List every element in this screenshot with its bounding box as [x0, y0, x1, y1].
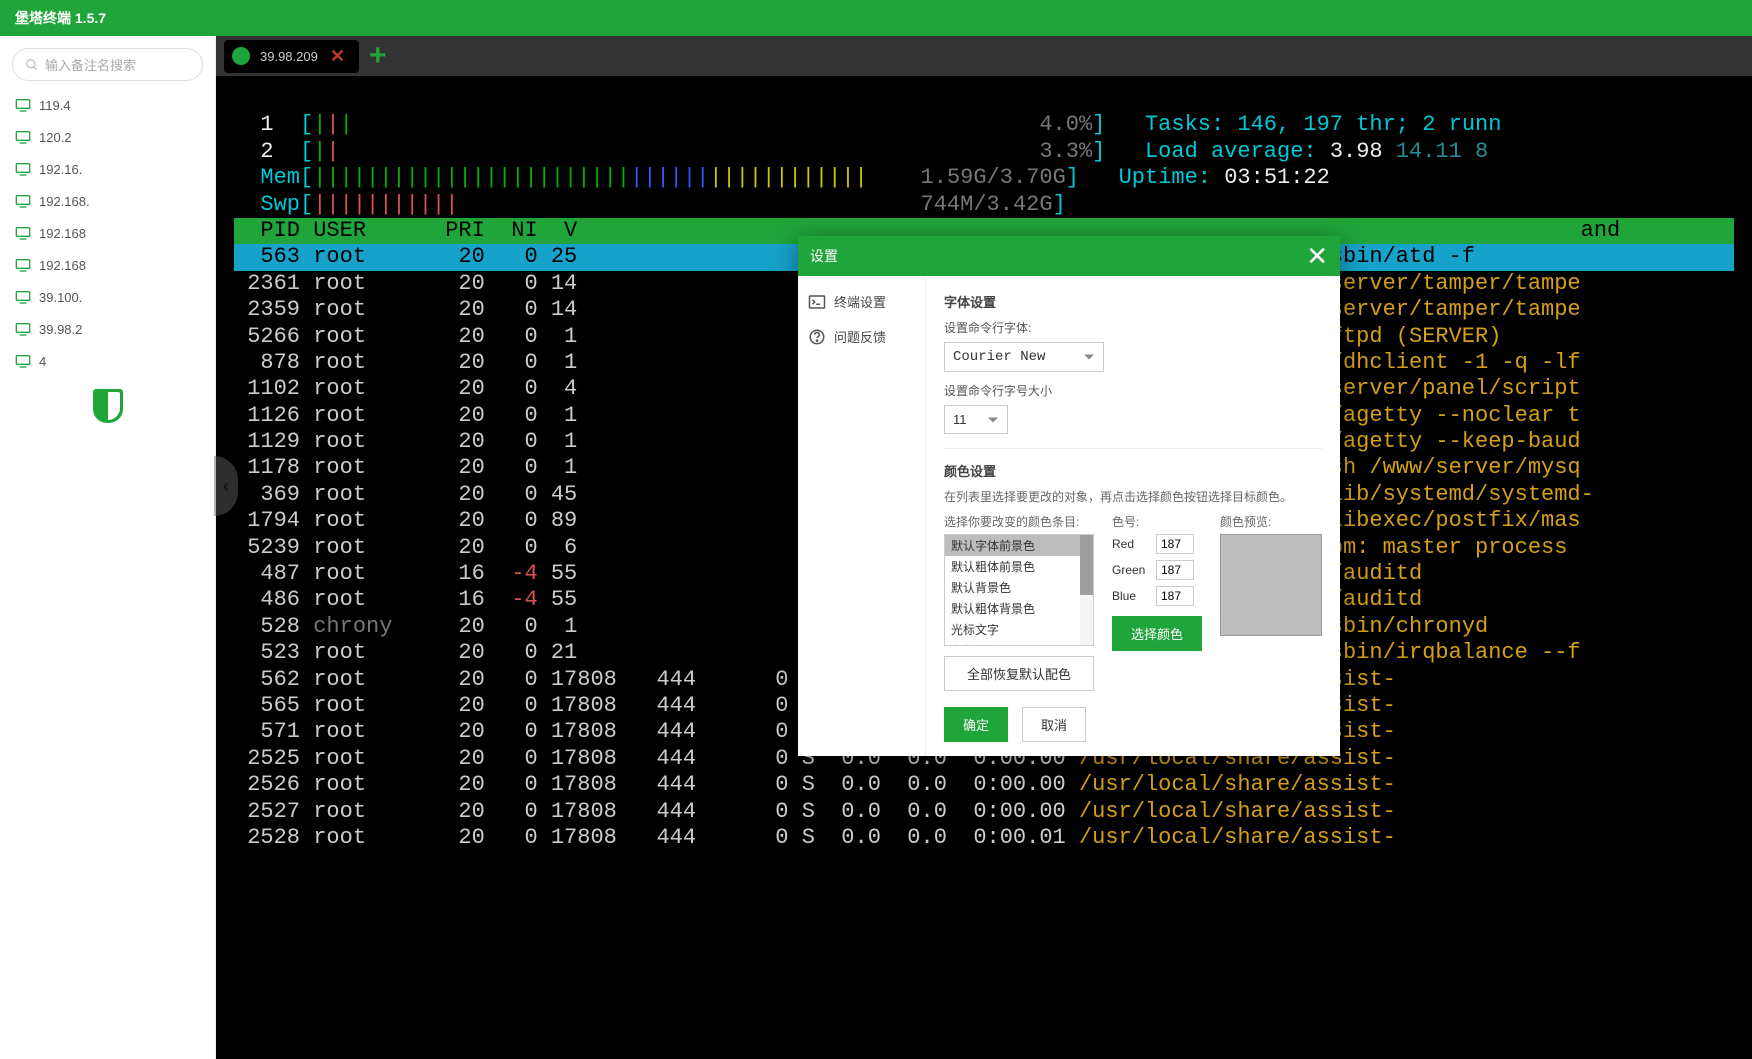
font-size-select[interactable]: 11	[944, 405, 1008, 434]
green-label: Green	[1112, 563, 1156, 577]
color-list-item[interactable]: 光标文字	[945, 619, 1093, 640]
color-hint: 在列表里选择要更改的对象，再点击选择颜色按钮选择目标颜色。	[944, 488, 1322, 505]
question-icon	[808, 328, 826, 346]
sidebar-server-item[interactable]: 192.168.	[0, 185, 215, 217]
server-label: 192.168.	[39, 194, 90, 209]
search-placeholder: 输入备注名搜索	[45, 55, 136, 74]
color-section-title: 颜色设置	[944, 461, 1322, 480]
dialog-nav: 终端设置 问题反馈	[798, 276, 926, 756]
choose-color-button[interactable]: 选择颜色	[1112, 616, 1202, 651]
search-icon	[25, 58, 39, 72]
server-label: 39.98.2	[39, 322, 82, 337]
green-input[interactable]	[1156, 560, 1194, 580]
monitor-icon	[15, 225, 31, 241]
close-dialog-button[interactable]: ✕	[1306, 241, 1328, 272]
nav-label: 终端设置	[834, 292, 886, 311]
server-label: 119.4	[39, 98, 71, 113]
tab-bar: 39.98.209 ✕ +	[216, 36, 1752, 76]
scrollbar-thumb[interactable]	[1080, 535, 1093, 595]
monitor-icon	[15, 257, 31, 273]
process-row[interactable]: 2527 root 20 0 17808 444 0 S 0.0 0.0 0:0…	[234, 799, 1734, 825]
add-tab-button[interactable]: +	[369, 39, 387, 73]
sidebar-server-item[interactable]: 192.168	[0, 217, 215, 249]
server-label: 192.168	[39, 258, 86, 273]
cancel-button[interactable]: 取消	[1022, 707, 1086, 742]
terminal[interactable]: 39.98.209 ✕ + 1 [||| 4.0%] Tasks: 146, 1…	[216, 36, 1752, 1059]
monitor-icon	[15, 353, 31, 369]
nav-feedback[interactable]: 问题反馈	[798, 319, 925, 354]
ok-button[interactable]: 确定	[944, 707, 1008, 742]
color-list-item[interactable]: 默认背景色	[945, 577, 1093, 598]
monitor-icon	[15, 193, 31, 209]
blue-input[interactable]	[1156, 586, 1194, 606]
red-label: Red	[1112, 537, 1156, 551]
font-select[interactable]: Courier New	[944, 342, 1104, 372]
color-list-label: 选择你要改变的颜色条目:	[944, 513, 1094, 530]
monitor-icon	[15, 321, 31, 337]
server-label: 120.2	[39, 130, 72, 145]
preview-label: 颜色预览:	[1220, 513, 1322, 530]
settings-dialog: 设置 ✕ 终端设置 问题反馈 字体设置 设置命令行字体:	[798, 236, 1340, 756]
terminal-tab[interactable]: 39.98.209 ✕	[224, 40, 359, 73]
color-list-item[interactable]: 默认字体前景色	[945, 535, 1093, 556]
process-row[interactable]: 2528 root 20 0 17808 444 0 S 0.0 0.0 0:0…	[234, 825, 1734, 851]
process-row[interactable]: 2526 root 20 0 17808 444 0 S 0.0 0.0 0:0…	[234, 772, 1734, 798]
monitor-icon	[15, 161, 31, 177]
server-label: 4	[39, 354, 46, 369]
size-label: 设置命令行字号大小	[944, 382, 1322, 399]
color-list-item[interactable]: 光标颜色	[945, 640, 1093, 646]
close-tab-icon[interactable]: ✕	[330, 46, 345, 67]
nav-label: 问题反馈	[834, 327, 886, 346]
terminal-icon	[808, 293, 826, 311]
color-preview	[1220, 534, 1322, 636]
monitor-icon	[15, 97, 31, 113]
font-value: Courier New	[953, 349, 1045, 365]
tab-label: 39.98.209	[260, 49, 318, 64]
dialog-title: 设置	[810, 246, 838, 266]
status-dot-icon	[232, 47, 250, 65]
nav-terminal-settings[interactable]: 终端设置	[798, 284, 925, 319]
red-input[interactable]	[1156, 534, 1194, 554]
monitor-icon	[15, 129, 31, 145]
blue-label: Blue	[1112, 589, 1156, 603]
font-label: 设置命令行字体:	[944, 319, 1322, 336]
color-list-item[interactable]: 默认粗体前景色	[945, 556, 1093, 577]
dialog-content: 字体设置 设置命令行字体: Courier New 设置命令行字号大小 11 颜…	[926, 276, 1340, 756]
sidebar-server-item[interactable]: 39.98.2	[0, 313, 215, 345]
sidebar: 输入备注名搜索 119.4 120.2 192.16. 192.168. 192.168…	[0, 36, 216, 1059]
sidebar-server-item[interactable]: 192.16.	[0, 153, 215, 185]
sidebar-server-item[interactable]: 192.168	[0, 249, 215, 281]
server-label: 192.16.	[39, 162, 82, 177]
sidebar-server-item[interactable]: 119.4	[0, 89, 215, 121]
server-label: 192.168	[39, 226, 86, 241]
restore-default-button[interactable]: 全部恢复默认配色	[944, 656, 1094, 691]
font-section-title: 字体设置	[944, 292, 1322, 311]
rgb-label: 色号:	[1112, 513, 1202, 530]
scrollbar[interactable]	[1080, 535, 1093, 645]
size-value: 11	[953, 412, 967, 427]
app-title: 堡塔终端 1.5.7	[15, 10, 106, 26]
sidebar-server-item[interactable]: 4	[0, 345, 215, 377]
shield-icon	[93, 389, 123, 423]
color-item-list[interactable]: 默认字体前景色默认粗体前景色默认背景色默认粗体背景色光标文字光标颜色	[944, 534, 1094, 646]
sidebar-server-item[interactable]: 120.2	[0, 121, 215, 153]
dialog-header: 设置 ✕	[798, 236, 1340, 276]
monitor-icon	[15, 289, 31, 305]
server-label: 39.100.	[39, 290, 82, 305]
search-box[interactable]: 输入备注名搜索	[12, 48, 203, 81]
color-list-item[interactable]: 默认粗体背景色	[945, 598, 1093, 619]
title-bar: 堡塔终端 1.5.7	[0, 0, 1752, 36]
sidebar-server-item[interactable]: 39.100.	[0, 281, 215, 313]
